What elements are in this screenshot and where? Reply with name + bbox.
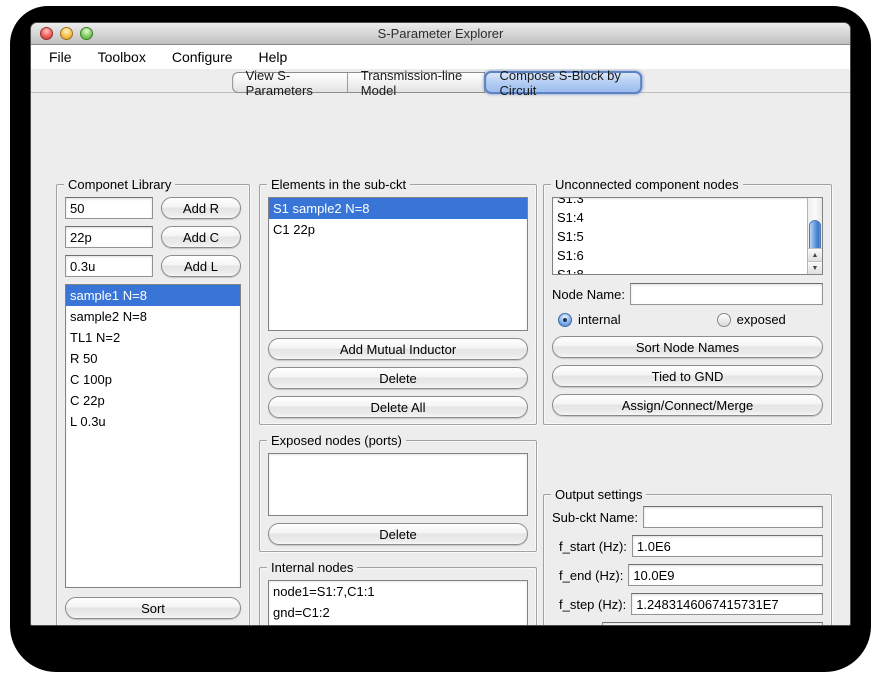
list-item[interactable]: L 0.3u: [66, 411, 240, 432]
component-library-list[interactable]: sample1 N=8 sample2 N=8 TL1 N=2 R 50 C 1…: [65, 284, 241, 588]
sort-node-names-button[interactable]: Sort Node Names: [552, 336, 823, 358]
list-item[interactable]: S1:3: [553, 198, 807, 208]
tab-transmission-line-model[interactable]: Transmission-line Model: [348, 72, 486, 93]
scroll-down-icon[interactable]: ▼: [808, 261, 822, 274]
tied-to-gnd-button[interactable]: Tied to GND: [552, 365, 823, 387]
inductor-value-input[interactable]: [65, 255, 153, 277]
list-item[interactable]: S1:5: [553, 227, 807, 246]
internal-nodes-list[interactable]: node1=S1:7,C1:1 gnd=C1:2: [268, 580, 528, 626]
menubar: File Toolbox Configure Help: [31, 45, 850, 69]
component-library-group: Componet Library Add R Add C Add L: [56, 184, 250, 626]
list-item[interactable]: S1 sample2 N=8: [269, 198, 527, 219]
node-name-label: Node Name:: [552, 287, 625, 302]
n-pts-input[interactable]: [602, 622, 823, 626]
list-item[interactable]: C 100p: [66, 369, 240, 390]
tab-bar: View S-Parameters Transmission-line Mode…: [31, 69, 850, 95]
resistor-value-input[interactable]: [65, 197, 153, 219]
list-item[interactable]: R 50: [66, 348, 240, 369]
list-item[interactable]: gnd=C1:2: [269, 602, 527, 623]
exposed-radio-label: exposed: [737, 312, 786, 327]
tab-content: Componet Library Add R Add C Add L: [31, 95, 850, 626]
add-c-button[interactable]: Add C: [161, 226, 241, 248]
tab-view-s-parameters[interactable]: View S-Parameters: [232, 72, 348, 93]
group-title: Internal nodes: [267, 560, 357, 575]
menu-toolbox[interactable]: Toolbox: [98, 49, 146, 65]
subckt-name-input[interactable]: [643, 506, 823, 528]
delete-all-button[interactable]: Delete All: [268, 396, 528, 418]
add-r-button[interactable]: Add R: [161, 197, 241, 219]
minimize-button[interactable]: [60, 27, 73, 40]
f-start-input[interactable]: [632, 535, 823, 557]
group-title: Componet Library: [64, 177, 175, 192]
f-end-input[interactable]: [628, 564, 823, 586]
group-title: Output settings: [551, 487, 646, 502]
internal-radio-label: internal: [578, 312, 621, 327]
unconnected-nodes-list[interactable]: S1:3 S1:4 S1:5 S1:6 S1:8 ▲ ▼: [552, 197, 823, 275]
titlebar[interactable]: S-Parameter Explorer: [31, 23, 850, 45]
f-end-label: f_end (Hz):: [559, 568, 623, 583]
vertical-scrollbar[interactable]: ▲ ▼: [807, 198, 822, 274]
exposed-nodes-list[interactable]: [268, 453, 528, 516]
capacitor-value-input[interactable]: [65, 226, 153, 248]
f-step-input[interactable]: [631, 593, 823, 615]
unconnected-nodes-group: Unconnected component nodes S1:3 S1:4 S1…: [543, 184, 832, 425]
menu-configure[interactable]: Configure: [172, 49, 233, 65]
scroll-up-icon[interactable]: ▲: [808, 248, 822, 261]
list-item[interactable]: C1 22p: [269, 219, 527, 240]
n-pts-label: N_pts:: [559, 626, 597, 627]
list-item[interactable]: S1:4: [553, 208, 807, 227]
add-l-button[interactable]: Add L: [161, 255, 241, 277]
list-item[interactable]: node1=S1:7,C1:1: [269, 581, 527, 602]
list-item[interactable]: C 22p: [66, 390, 240, 411]
list-item[interactable]: TL1 N=2: [66, 327, 240, 348]
app-window: S-Parameter Explorer File Toolbox Config…: [30, 22, 851, 626]
internal-radio[interactable]: [558, 313, 572, 327]
node-name-input[interactable]: [630, 283, 823, 305]
tab-compose-s-block[interactable]: Compose S-Block by Circuit: [485, 71, 643, 94]
close-button[interactable]: [40, 27, 53, 40]
assign-connect-merge-button[interactable]: Assign/Connect/Merge: [552, 394, 823, 416]
f-step-label: f_step (Hz):: [559, 597, 626, 612]
elements-group: Elements in the sub-ckt S1 sample2 N=8 C…: [259, 184, 537, 425]
exposed-nodes-group: Exposed nodes (ports) Delete: [259, 440, 537, 552]
list-item[interactable]: S1:6: [553, 246, 807, 265]
menu-file[interactable]: File: [49, 49, 72, 65]
delete-exposed-node-button[interactable]: Delete: [268, 523, 528, 545]
screenshot-stage: S-Parameter Explorer File Toolbox Config…: [0, 0, 880, 680]
group-title: Elements in the sub-ckt: [267, 177, 410, 192]
group-title: Unconnected component nodes: [551, 177, 743, 192]
menu-help[interactable]: Help: [259, 49, 288, 65]
list-item[interactable]: sample1 N=8: [66, 285, 240, 306]
window-title: S-Parameter Explorer: [31, 23, 850, 45]
add-mutual-inductor-button[interactable]: Add Mutual Inductor: [268, 338, 528, 360]
exposed-radio[interactable]: [717, 313, 731, 327]
list-item[interactable]: sample2 N=8: [66, 306, 240, 327]
group-title: Exposed nodes (ports): [267, 433, 406, 448]
elements-list[interactable]: S1 sample2 N=8 C1 22p: [268, 197, 528, 331]
list-item[interactable]: S1:8: [553, 265, 807, 274]
sort-button[interactable]: Sort: [65, 597, 241, 619]
output-settings-group: Output settings Sub-ckt Name: f_start (H…: [543, 494, 832, 626]
delete-element-button[interactable]: Delete: [268, 367, 528, 389]
f-start-label: f_start (Hz):: [559, 539, 627, 554]
subckt-name-label: Sub-ckt Name:: [552, 510, 638, 525]
internal-nodes-group: Internal nodes node1=S1:7,C1:1 gnd=C1:2 …: [259, 567, 537, 626]
zoom-button[interactable]: [80, 27, 93, 40]
